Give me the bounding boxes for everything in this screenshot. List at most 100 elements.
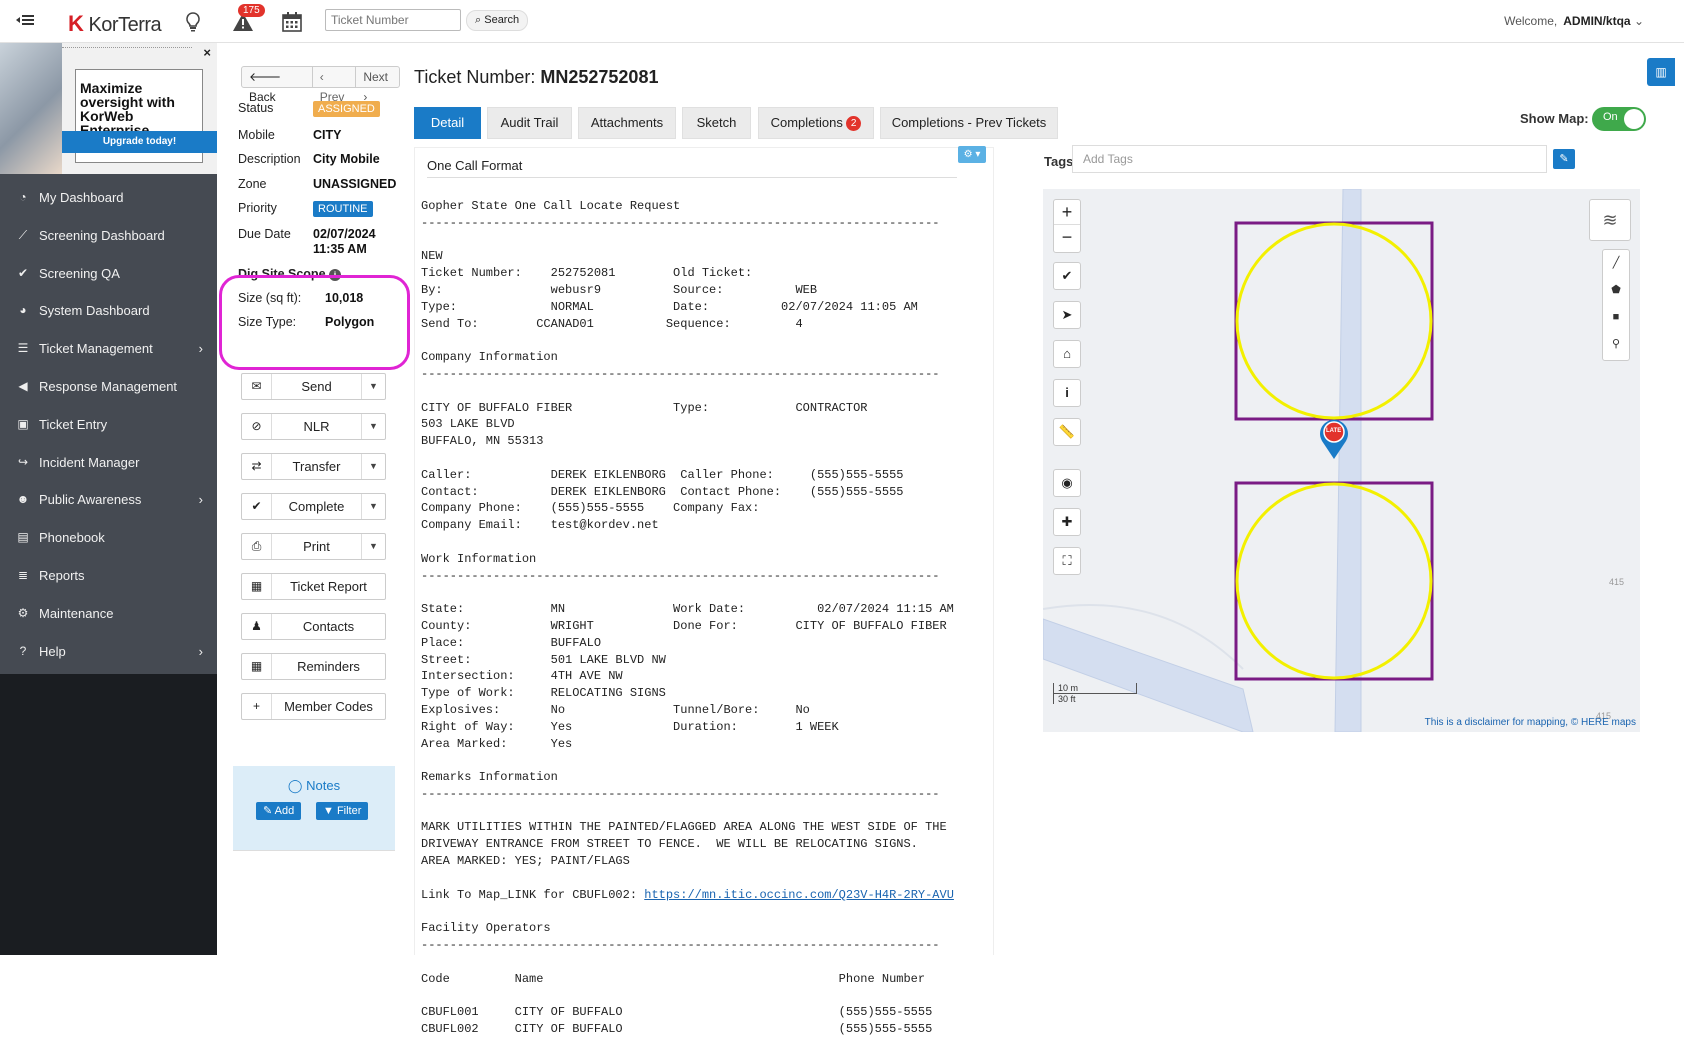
- notes-divider: [233, 850, 395, 851]
- search-button[interactable]: ⌕ Search: [466, 10, 529, 31]
- draw-marker-icon[interactable]: ⚲: [1603, 331, 1629, 358]
- sidebar-item-system-dashboard[interactable]: ◕ System Dashboard: [0, 293, 217, 329]
- select-tool-icon[interactable]: ✔: [1053, 262, 1081, 290]
- collapse-sidebar-icon[interactable]: [14, 12, 40, 32]
- sidebar-item-reports[interactable]: ≣ Reports: [0, 558, 217, 594]
- add-note-button[interactable]: ✎ Add: [256, 802, 302, 820]
- sidebar-item-label: Reports: [39, 568, 85, 583]
- tab-completions[interactable]: Completions 2: [758, 107, 874, 139]
- sidebar-item-phonebook[interactable]: ▤ Phonebook: [0, 520, 217, 556]
- report-icon: ▦: [242, 574, 272, 599]
- member-codes-button[interactable]: + Member Codes: [241, 693, 386, 720]
- map[interactable]: LATE + − ✔ ➤ ⌂ i 📏 ◉ ✚ ⛶ ≋ ╱ ⬟ ■ ⚲ 10 m …: [1043, 189, 1640, 732]
- tags-input[interactable]: Add Tags: [1072, 145, 1547, 173]
- map-disclaimer[interactable]: This is a disclaimer for mapping, © HERE…: [1425, 717, 1636, 728]
- zone-value: UNASSIGNED: [313, 177, 397, 191]
- sidebar-item-ticket-management[interactable]: ☰ Ticket Management ›: [0, 331, 217, 367]
- reminders-button[interactable]: ▦ Reminders: [241, 653, 386, 680]
- info-tool-icon[interactable]: i: [1053, 379, 1081, 407]
- sidebar-item-label: Maintenance: [39, 605, 114, 621]
- sidebar-item-public-awareness[interactable]: ☻ Public Awareness ›: [0, 482, 217, 518]
- korterra-logo[interactable]: K KorTerra: [68, 11, 162, 37]
- tab-attachments[interactable]: Attachments: [578, 107, 676, 139]
- transfer-button[interactable]: ⇄ Transfer ▼: [241, 453, 386, 480]
- due-time-value: 11:35 AM: [313, 242, 367, 256]
- tab-sketch[interactable]: Sketch: [682, 107, 751, 139]
- sidebar-item-maintenance[interactable]: ⚙ Maintenance: [0, 596, 217, 632]
- nlr-button[interactable]: ⊘ NLR ▼: [241, 413, 386, 440]
- caret-down-icon[interactable]: ▼: [361, 534, 385, 559]
- contacts-button[interactable]: ♟ Contacts: [241, 613, 386, 640]
- zoom-in-button[interactable]: +: [1054, 200, 1080, 224]
- description-label: Description: [238, 152, 301, 166]
- action-label: Send: [301, 379, 332, 394]
- due-date-label: Due Date: [238, 227, 291, 241]
- alert-count-badge: 175: [238, 4, 265, 17]
- sidebar-item-screening-qa[interactable]: ✔ Screening QA: [0, 256, 217, 292]
- sidebar-item-label: Ticket Entry: [39, 416, 108, 432]
- back-button[interactable]: 🡐 Back: [242, 67, 313, 104]
- draw-rectangle-icon[interactable]: ■: [1603, 304, 1629, 331]
- calendar-icon: ▦: [242, 654, 272, 679]
- sidebar-item-incident-manager[interactable]: ↪ Incident Manager: [0, 445, 217, 481]
- briefcase-icon: ▣: [17, 416, 29, 431]
- caret-down-icon[interactable]: ▼: [361, 374, 385, 399]
- print-button[interactable]: ⎙ Print ▼: [241, 533, 386, 560]
- tab-completions-prev[interactable]: Completions - Prev Tickets: [880, 107, 1058, 139]
- action-label: Complete: [288, 499, 345, 514]
- main-nav: ◔ My Dashboard ⟋ Screening Dashboard ✔ Screen…: [0, 174, 217, 674]
- lightbulb-icon[interactable]: [184, 12, 202, 35]
- sidebar-item-label: Help: [39, 643, 66, 659]
- show-map-toggle[interactable]: On: [1592, 107, 1646, 131]
- reports-icon: ≣: [17, 568, 29, 582]
- draw-polygon-icon[interactable]: ⬟: [1603, 277, 1629, 304]
- ticket-number-input[interactable]: [325, 9, 461, 31]
- next-button[interactable]: Next ›: [356, 67, 399, 104]
- upgrade-button[interactable]: Upgrade today!: [62, 131, 217, 153]
- close-icon[interactable]: ×: [203, 45, 211, 60]
- sidebar-item-label: My Dashboard: [39, 190, 124, 205]
- mobile-label: Mobile: [238, 128, 275, 142]
- tab-audit-trail[interactable]: Audit Trail: [487, 107, 572, 139]
- send-button[interactable]: ✉ Send ▼: [241, 373, 386, 400]
- description-value: City Mobile: [313, 152, 380, 166]
- caret-down-icon[interactable]: ▼: [361, 414, 385, 439]
- sidebar-item-label: Ticket Management: [39, 341, 153, 357]
- format-settings-button[interactable]: ⚙ ▾: [958, 146, 986, 163]
- alert-icon[interactable]: 175: [232, 4, 265, 35]
- tab-detail[interactable]: Detail: [414, 107, 481, 139]
- draw-line-icon[interactable]: ╱: [1603, 250, 1629, 277]
- edit-tags-button[interactable]: ✎: [1553, 149, 1575, 169]
- complete-button[interactable]: ✔ Complete ▼: [241, 493, 386, 520]
- ruler-icon[interactable]: 📏: [1053, 418, 1081, 446]
- locate-icon[interactable]: ➤: [1053, 301, 1081, 329]
- fullscreen-icon[interactable]: ⛶: [1053, 547, 1081, 575]
- chart-icon[interactable]: ▥: [1647, 58, 1675, 86]
- book-icon: ▤: [17, 530, 29, 545]
- promo-banner[interactable]: Maximize oversight with KorWeb Enterpris…: [0, 43, 217, 174]
- action-label: NLR: [303, 419, 330, 434]
- calendar-icon[interactable]: [282, 12, 302, 35]
- prev-button[interactable]: ‹ Prev: [313, 67, 357, 104]
- edit-icon: ✎: [263, 805, 273, 817]
- pencil-icon: ✎: [1559, 153, 1569, 165]
- ticket-report-button[interactable]: ▦ Ticket Report: [241, 573, 386, 600]
- zoom-out-button[interactable]: −: [1054, 224, 1080, 249]
- sidebar-item-my-dashboard[interactable]: ◔ My Dashboard: [0, 180, 217, 216]
- puzzle-icon[interactable]: ✚: [1053, 508, 1081, 536]
- sidebar-item-ticket-entry[interactable]: ▣ Ticket Entry: [0, 407, 217, 443]
- camera-icon[interactable]: ◉: [1053, 469, 1081, 497]
- sidebar-item-help[interactable]: ? Help ›: [0, 634, 217, 670]
- user-menu[interactable]: Welcome, ADMIN/ktqa ⌄: [1504, 14, 1644, 28]
- sidebar-item-response-management[interactable]: ◀ Response Management: [0, 369, 217, 405]
- home-icon[interactable]: ⌂: [1053, 340, 1081, 368]
- caret-down-icon[interactable]: ▼: [361, 494, 385, 519]
- filter-notes-button[interactable]: ▼ Filter: [316, 802, 369, 820]
- ticket-text: Gopher State One Call Locate Request ---…: [421, 199, 954, 1037]
- layers-icon[interactable]: ≋: [1589, 199, 1631, 241]
- priority-label: Priority: [238, 201, 277, 215]
- late-marker-label[interactable]: LATE: [1326, 428, 1341, 434]
- caret-down-icon[interactable]: ▼: [361, 454, 385, 479]
- sidebar-item-screening-dashboard[interactable]: ⟋ Screening Dashboard: [0, 218, 217, 254]
- map-link[interactable]: https://mn.itic.occinc.com/Q23V-H4R-2RY-…: [644, 888, 954, 902]
